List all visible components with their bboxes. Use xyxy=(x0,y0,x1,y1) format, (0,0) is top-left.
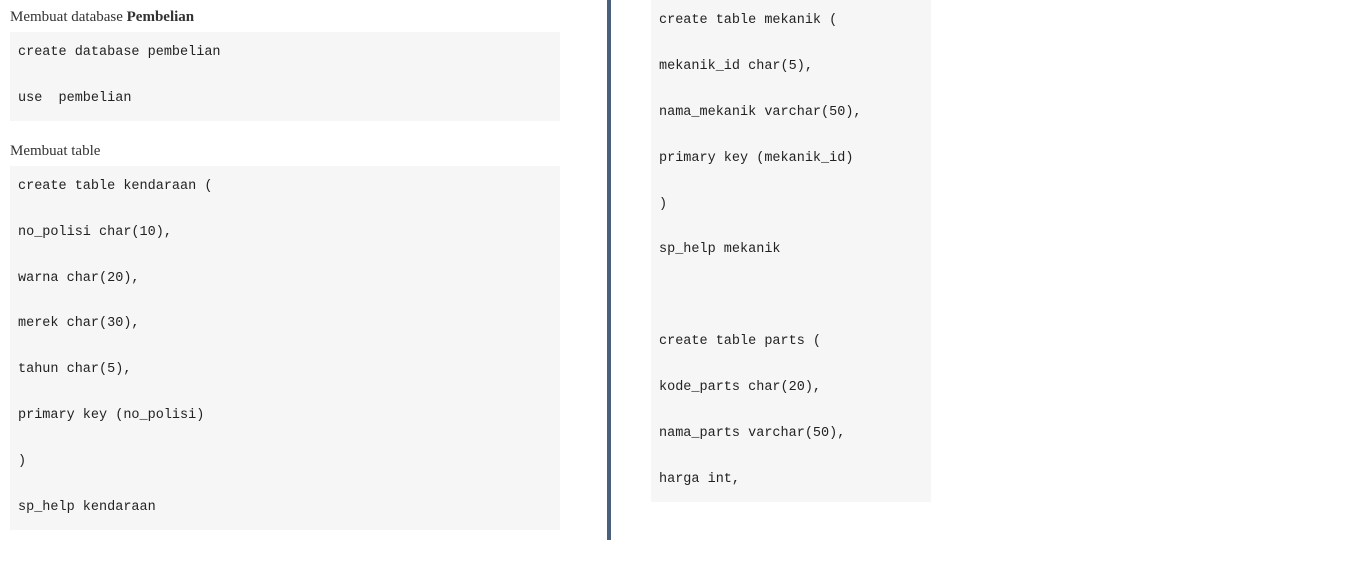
heading-database: Membuat database Pembelian xyxy=(10,5,597,32)
code-create-mekanik-parts: create table mekanik ( mekanik_id char(5… xyxy=(651,0,931,502)
left-column: Membuat database Pembelian create databa… xyxy=(0,0,607,577)
heading-prefix: Membuat database xyxy=(10,9,127,25)
heading-table: Membuat table xyxy=(10,139,597,166)
code-create-database: create database pembelian use pembelian xyxy=(10,32,560,121)
code-create-kendaraan: create table kendaraan ( no_polisi char(… xyxy=(10,166,560,530)
right-column: create table mekanik ( mekanik_id char(5… xyxy=(611,0,1341,577)
heading-bold: Pembelian xyxy=(127,9,195,25)
